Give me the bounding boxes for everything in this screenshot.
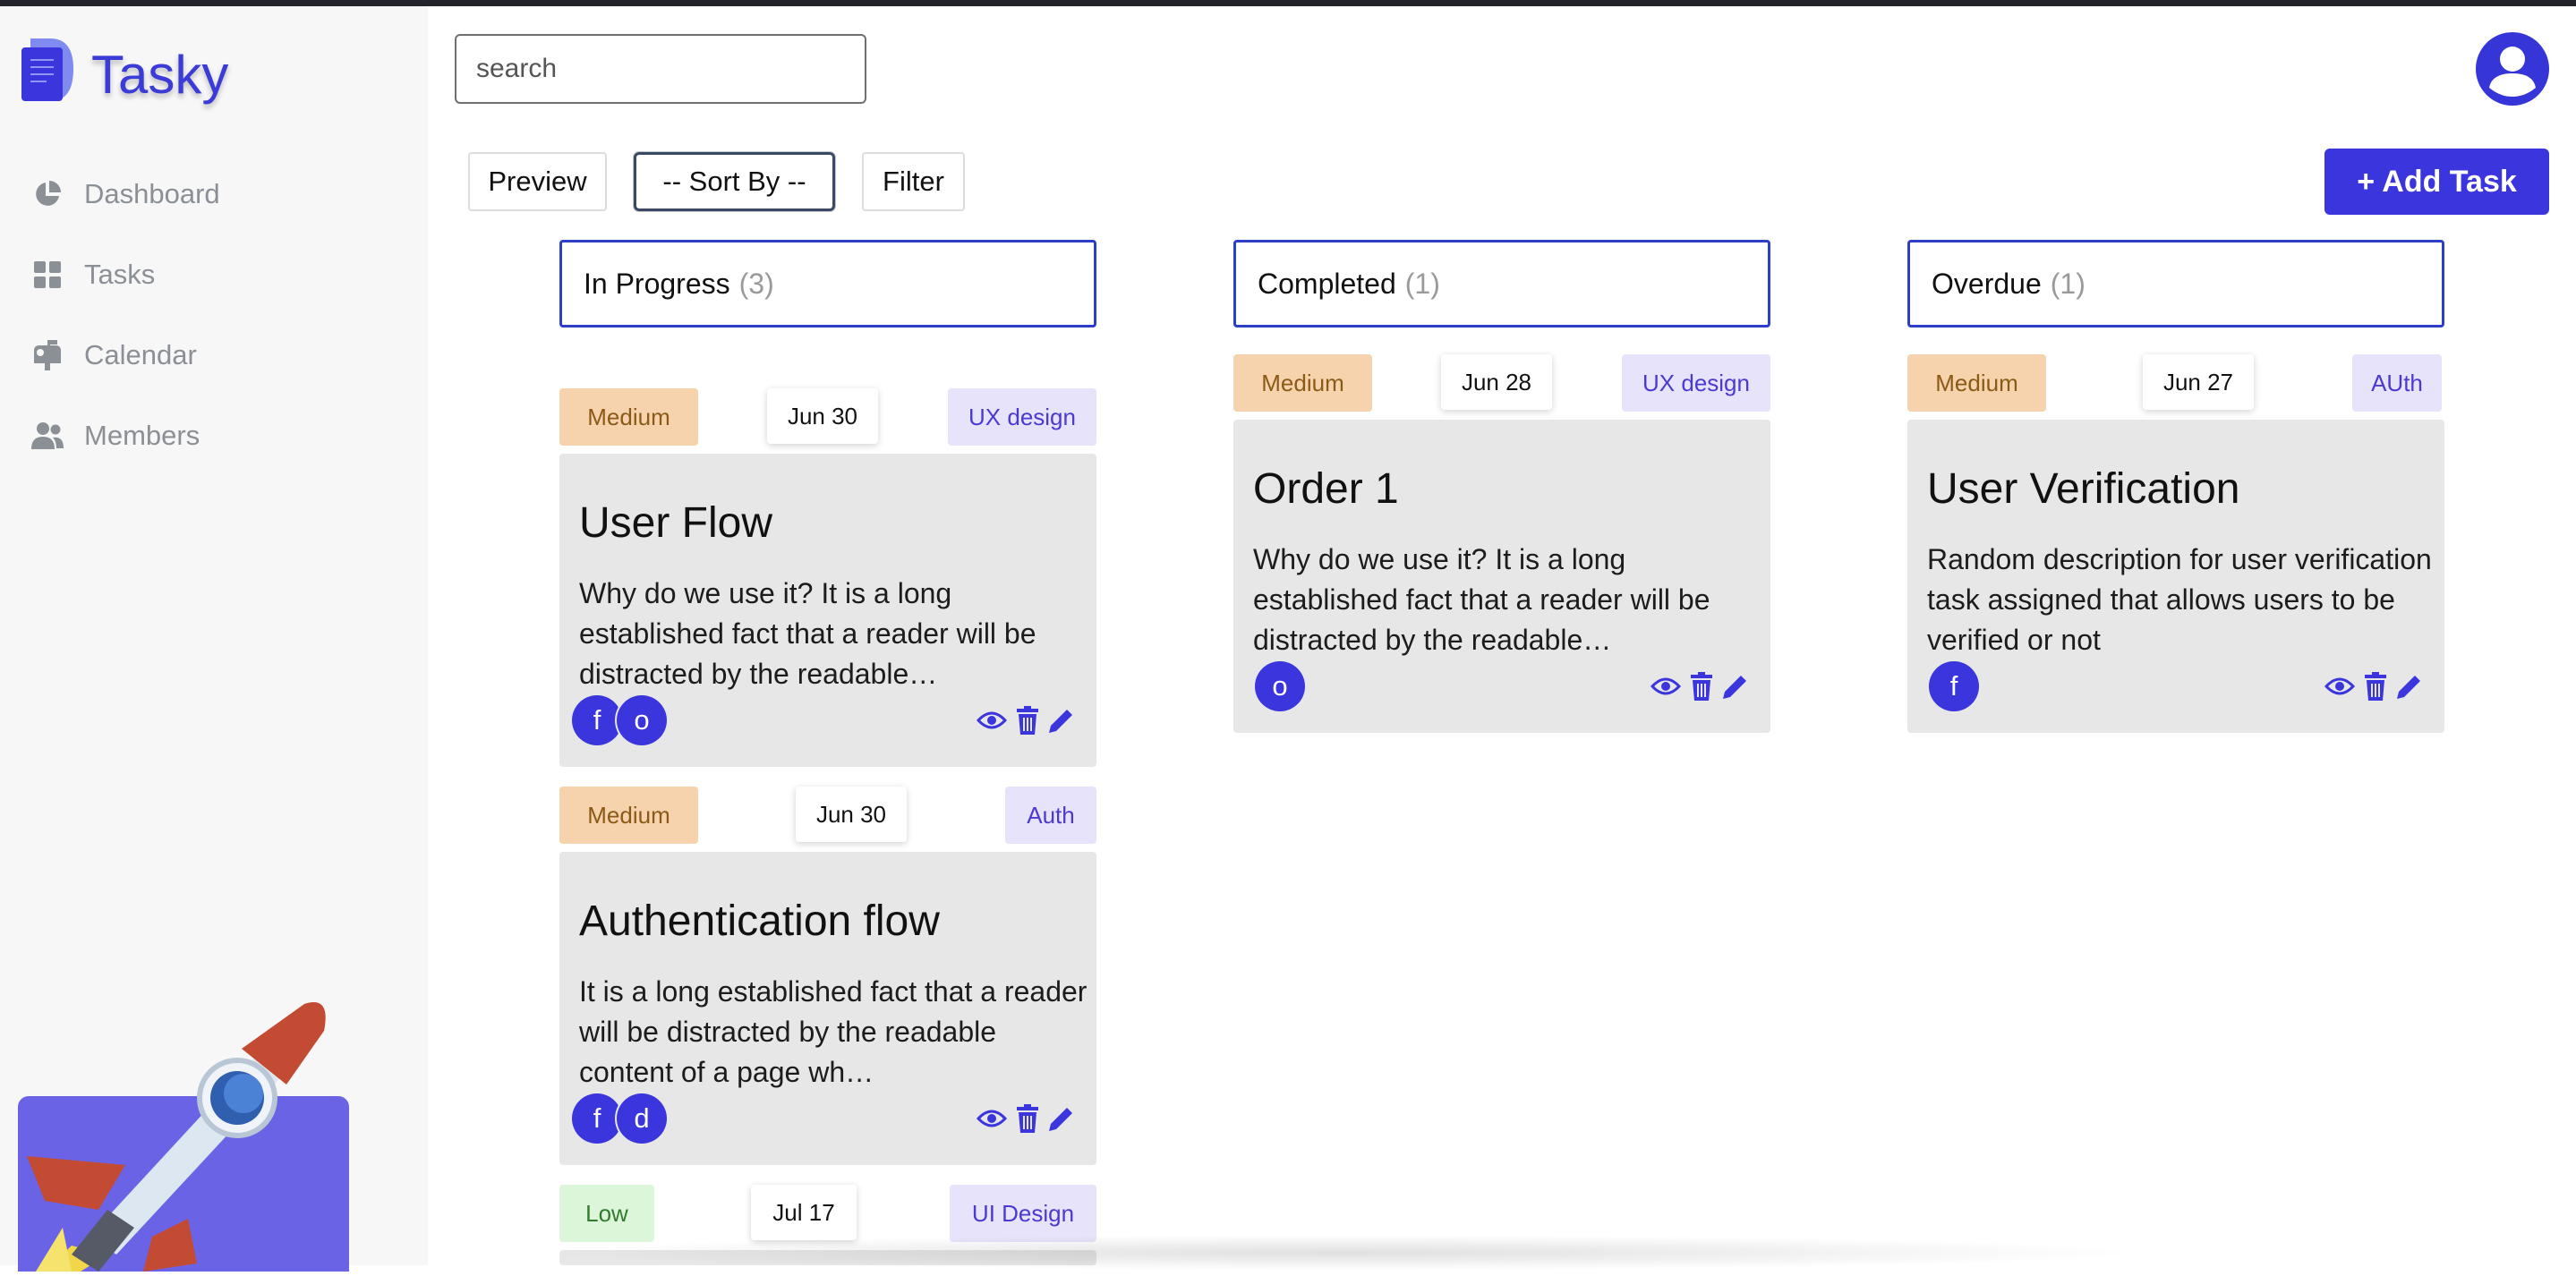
priority-badge: Medium bbox=[1907, 354, 2046, 412]
pie-chart-icon bbox=[30, 177, 64, 211]
member-avatar[interactable]: o bbox=[617, 695, 667, 745]
sidebar-item-members[interactable]: Members bbox=[30, 409, 200, 463]
sidebar-item-dashboard[interactable]: Dashboard bbox=[30, 167, 220, 221]
rocket-illustration bbox=[18, 995, 358, 1272]
app-logo-text: Tasky bbox=[91, 45, 229, 105]
member-avatar[interactable]: f bbox=[1929, 661, 1979, 711]
category-badge: UX design bbox=[1622, 354, 1770, 412]
task-description: Why do we use it? It is a long establish… bbox=[579, 577, 1036, 690]
task-card[interactable]: User Flow Why do we use it? It is a long… bbox=[559, 454, 1096, 767]
priority-badge: Medium bbox=[559, 787, 698, 844]
column-title: Completed bbox=[1258, 267, 1396, 300]
due-date-badge: Jun 30 bbox=[767, 388, 878, 444]
priority-badge: Medium bbox=[559, 388, 698, 446]
sidebar-item-label: Calendar bbox=[84, 339, 197, 370]
category-badge: AUth bbox=[2352, 354, 2442, 412]
preview-button[interactable]: Preview bbox=[468, 152, 607, 211]
category-badge: UX design bbox=[948, 388, 1096, 446]
priority-badge: Medium bbox=[1233, 354, 1372, 412]
task-title: Authentication flow bbox=[579, 897, 940, 945]
column-title: Overdue bbox=[1932, 267, 2042, 300]
search-input[interactable] bbox=[455, 34, 866, 104]
sidebar-item-label: Members bbox=[84, 420, 200, 451]
edit-icon[interactable] bbox=[1045, 1102, 1078, 1135]
edit-icon[interactable] bbox=[2393, 670, 2426, 702]
sort-by-label: -- Sort By -- bbox=[662, 166, 806, 197]
user-avatar[interactable] bbox=[2476, 32, 2549, 106]
column-count: (1) bbox=[2050, 267, 2086, 300]
users-icon bbox=[30, 419, 64, 453]
task-card[interactable]: Order 1 Why do we use it? It is a long e… bbox=[1233, 420, 1770, 733]
delete-icon[interactable] bbox=[1011, 704, 1044, 736]
category-badge: Auth bbox=[1005, 787, 1096, 844]
column-header-in-progress[interactable]: In Progress (3) bbox=[559, 240, 1096, 328]
edit-icon[interactable] bbox=[1045, 704, 1078, 736]
sidebar-item-tasks[interactable]: Tasks bbox=[30, 248, 155, 302]
view-icon[interactable] bbox=[976, 1102, 1008, 1135]
task-title: Order 1 bbox=[1253, 465, 1399, 513]
sidebar-item-label: Dashboard bbox=[84, 178, 220, 209]
due-date-badge: Jul 17 bbox=[751, 1185, 857, 1240]
column-title: In Progress bbox=[584, 267, 730, 300]
task-card[interactable]: Authentication flow It is a long establi… bbox=[559, 852, 1096, 1165]
due-date-badge: Jun 30 bbox=[796, 787, 907, 842]
view-icon[interactable] bbox=[1650, 670, 1682, 702]
task-title: User Verification bbox=[1927, 465, 2240, 513]
delete-icon[interactable] bbox=[1685, 670, 1718, 702]
column-header-completed[interactable]: Completed (1) bbox=[1233, 240, 1770, 328]
due-date-badge: Jun 27 bbox=[2143, 354, 2254, 410]
task-description: Random description for user verification… bbox=[1927, 543, 2432, 656]
task-description: It is a long established fact that a rea… bbox=[579, 975, 1088, 1088]
task-title: User Flow bbox=[579, 499, 773, 547]
sidebar: Tasky Dashboard Tasks Calendar Members bbox=[0, 6, 428, 1272]
bottom-shadow bbox=[537, 1235, 2148, 1271]
category-badge: UI Design bbox=[950, 1185, 1096, 1242]
member-avatar[interactable]: f bbox=[572, 1093, 622, 1144]
mailbox-icon bbox=[30, 338, 64, 372]
filter-button[interactable]: Filter bbox=[862, 152, 965, 211]
add-task-button[interactable]: + Add Task bbox=[2324, 149, 2549, 215]
grid-icon bbox=[30, 258, 64, 292]
member-avatar[interactable]: o bbox=[1255, 661, 1305, 711]
member-avatar[interactable]: f bbox=[572, 695, 622, 745]
logo-icon bbox=[20, 33, 75, 108]
sort-by-select[interactable]: -- Sort By -- bbox=[634, 152, 835, 211]
member-avatar[interactable]: d bbox=[617, 1093, 667, 1144]
edit-icon[interactable] bbox=[1719, 670, 1752, 702]
view-icon[interactable] bbox=[976, 704, 1008, 736]
column-count: (1) bbox=[1404, 267, 1440, 300]
window-top-border bbox=[0, 0, 2576, 6]
delete-icon[interactable] bbox=[2359, 670, 2392, 702]
view-icon[interactable] bbox=[2324, 670, 2356, 702]
task-card[interactable]: User Verification Random description for… bbox=[1907, 420, 2444, 733]
sidebar-item-label: Tasks bbox=[84, 259, 156, 290]
due-date-badge: Jun 28 bbox=[1441, 354, 1552, 410]
sidebar-item-calendar[interactable]: Calendar bbox=[30, 328, 197, 382]
task-description: Why do we use it? It is a long establish… bbox=[1253, 543, 1710, 656]
priority-badge: Low bbox=[559, 1185, 654, 1242]
delete-icon[interactable] bbox=[1011, 1102, 1044, 1135]
column-count: (3) bbox=[738, 267, 774, 300]
column-header-overdue[interactable]: Overdue (1) bbox=[1907, 240, 2444, 328]
user-icon bbox=[2489, 47, 2536, 97]
